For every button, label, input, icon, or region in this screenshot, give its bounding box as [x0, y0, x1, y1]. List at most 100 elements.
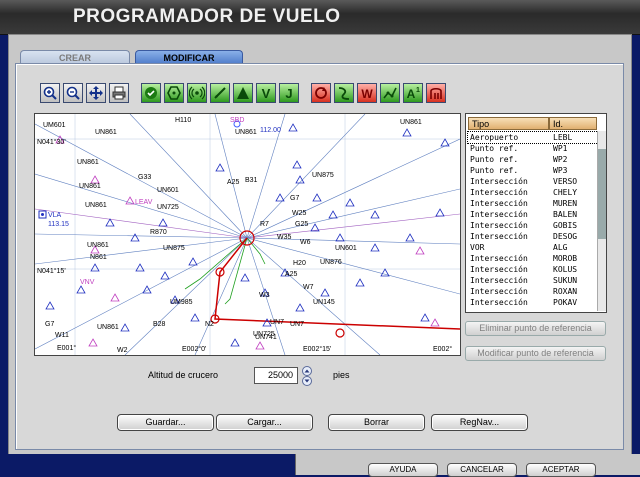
list-row[interactable]: Intersección BALEN: [468, 209, 598, 220]
needle-tool[interactable]: [210, 83, 230, 103]
map-label: W2: [117, 347, 128, 354]
map-label: UN145: [313, 299, 335, 306]
map-label: UN861: [85, 202, 107, 209]
pan-icon: [89, 86, 103, 100]
map-label: UN861: [77, 159, 99, 166]
map-label: E002°15': [303, 345, 331, 353]
map-label: UN741: [255, 334, 277, 341]
footer-left: [0, 454, 295, 475]
circle-arrow-icon: [315, 87, 327, 99]
map-label: H20: [293, 260, 306, 267]
list-row[interactable]: Intersección MOROB: [468, 253, 598, 264]
map-label: G33: [138, 174, 151, 181]
map-label: UN861: [235, 129, 257, 136]
remove-waypoint-button[interactable]: Eliminar punto de referencia: [465, 321, 606, 336]
list-row[interactable]: Intersección KOLUS: [468, 264, 598, 275]
a1-tool[interactable]: A1: [403, 83, 423, 103]
map-label: UN875: [312, 172, 334, 179]
flight-map[interactable]: UM601 H110 UN861 N041°30' UN861 G33 UN86…: [34, 113, 461, 356]
map-label: VNV: [80, 279, 95, 286]
list-row[interactable]: Intersección SUKUN: [468, 275, 598, 286]
map-label: N861: [90, 254, 107, 261]
radio-icon: [189, 86, 205, 100]
load-button[interactable]: Cargar...: [216, 414, 313, 431]
map-label: N2: [205, 321, 214, 328]
list-row[interactable]: Aeropuerto LEBL: [467, 131, 599, 144]
map-label: UN7: [270, 319, 284, 326]
zoom-out-button[interactable]: [63, 83, 83, 103]
map-label: LEAV: [135, 199, 153, 206]
map-label: E002°0': [182, 345, 206, 353]
altitude-spinner[interactable]: [300, 366, 314, 386]
map-label: UN875: [163, 245, 185, 252]
route-tool[interactable]: [380, 83, 400, 103]
a1-icon: A1: [407, 87, 420, 101]
map-label: E002°: [433, 345, 452, 353]
waypoint-list[interactable]: Tipo Id. Aeropuerto LEBL Punto ref. WP1 Pu…: [465, 113, 607, 313]
list-row[interactable]: Intersección ROXAN: [468, 286, 598, 297]
v-icon: V: [262, 86, 271, 101]
save-button[interactable]: Guardar...: [117, 414, 214, 431]
column-header-tipo[interactable]: Tipo: [468, 117, 549, 130]
pan-button[interactable]: [86, 83, 106, 103]
svg-text:J: J: [285, 86, 292, 101]
altitude-unit-label: pies: [333, 370, 350, 380]
curve-tool[interactable]: [334, 83, 354, 103]
list-row[interactable]: Punto ref. WP3: [468, 165, 598, 176]
runway-tool[interactable]: [426, 83, 446, 103]
list-scrollbar[interactable]: [597, 131, 606, 311]
map-label: R870: [150, 229, 167, 236]
scrollbar-thumb[interactable]: [598, 149, 606, 239]
list-row[interactable]: Punto ref. WP2: [468, 154, 598, 165]
map-label: W6: [300, 239, 311, 246]
list-row[interactable]: Intersección POKAV: [468, 297, 598, 308]
window-title: PROGRAMADOR DE VUELO: [73, 6, 341, 27]
regnav-button[interactable]: RegNav...: [431, 414, 528, 431]
delete-button[interactable]: Borrar: [328, 414, 425, 431]
column-header-id[interactable]: Id.: [549, 117, 597, 130]
map-label: E001°: [57, 344, 76, 352]
map-canvas[interactable]: UM601 H110 UN861 N041°30' UN861 G33 UN86…: [35, 114, 460, 355]
list-row[interactable]: Intersección VERSO: [468, 176, 598, 187]
j-tool[interactable]: J: [279, 83, 299, 103]
modify-waypoint-button[interactable]: Modificar punto de referencia: [465, 346, 606, 361]
map-label: UN601: [157, 187, 179, 194]
hexagon-tool[interactable]: [164, 83, 184, 103]
zoom-in-button[interactable]: [40, 83, 60, 103]
map-label: UN861: [97, 324, 119, 331]
svg-text:A: A: [407, 87, 416, 101]
print-button[interactable]: [109, 83, 129, 103]
list-row[interactable]: Intersección MUREN: [468, 198, 598, 209]
v-tool[interactable]: V: [256, 83, 276, 103]
map-label: UN876: [320, 259, 342, 266]
cruise-altitude-input[interactable]: 25000: [254, 367, 298, 384]
map-label: SBD: [230, 117, 244, 124]
map-label: W11: [55, 332, 69, 339]
w-tool[interactable]: W: [357, 83, 377, 103]
map-label: UN861: [95, 129, 117, 136]
map-label: UN861: [79, 183, 101, 190]
check-tool[interactable]: [141, 83, 161, 103]
map-label: N041°15': [37, 267, 66, 275]
circle-arrow-tool[interactable]: [311, 83, 331, 103]
map-label: G25: [295, 221, 308, 228]
cruise-altitude-label: Altitud de crucero: [148, 370, 219, 380]
hexagon-icon: [167, 86, 181, 100]
map-label: UN861: [87, 242, 109, 249]
triangle-tool[interactable]: [233, 83, 253, 103]
list-row[interactable]: Intersección DESOG: [468, 231, 598, 242]
map-label: VLA: [48, 212, 62, 219]
svg-text:W: W: [361, 87, 373, 101]
map-label: UM985: [170, 299, 193, 306]
print-icon: [112, 86, 126, 100]
list-row[interactable]: Punto ref. WP1: [468, 143, 598, 154]
curve-icon: [338, 87, 350, 100]
needle-icon: [214, 87, 226, 99]
map-label: A25: [227, 179, 240, 186]
triangle-icon: [237, 87, 249, 99]
list-row[interactable]: Intersección CHELY: [468, 187, 598, 198]
list-row[interactable]: Intersección GOBIS: [468, 220, 598, 231]
radio-tool[interactable]: [187, 83, 207, 103]
map-label: UN861: [400, 119, 422, 126]
list-row[interactable]: VOR ALG: [468, 242, 598, 253]
